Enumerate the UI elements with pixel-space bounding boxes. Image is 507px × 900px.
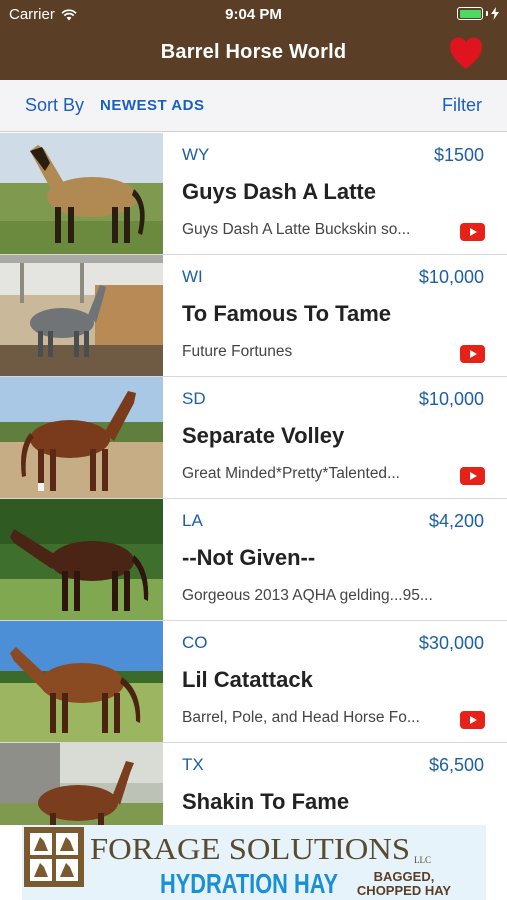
- status-bar: Carrier 9:04 PM: [0, 0, 507, 28]
- listing-title: Shakin To Fame: [182, 789, 350, 814]
- listing-price: $10,000: [418, 267, 484, 287]
- listing-state: SD: [182, 389, 206, 408]
- listing-row[interactable]: TX $6,500 Shakin To Fame: [0, 743, 507, 825]
- filter-button[interactable]: Filter: [442, 95, 482, 116]
- listing-title: Guys Dash A Latte: [182, 179, 376, 204]
- listing-state: WY: [182, 145, 210, 164]
- listing-price: $10,000: [418, 389, 484, 409]
- ad-banner[interactable]: FORAGE SOLUTIONS LLC HYDRATION HAY BAGGE…: [22, 825, 486, 900]
- app-title: Barrel Horse World: [160, 41, 347, 63]
- banner-tagline-1: BAGGED,: [374, 869, 435, 884]
- horse-photo: [0, 743, 163, 825]
- listing-state: TX: [182, 755, 204, 774]
- sort-by-button[interactable]: Sort By: [25, 95, 84, 116]
- listing-list[interactable]: WY $1500 Guys Dash A Latte Guys Dash A L…: [0, 133, 507, 825]
- listing-price: $6,500: [428, 755, 484, 775]
- charging-bolt-icon: [491, 7, 499, 20]
- sort-value[interactable]: NEWEST ADS: [100, 97, 204, 114]
- listing-description: Great Minded*Pretty*Talented...: [182, 465, 400, 482]
- clock: 9:04 PM: [225, 6, 282, 23]
- youtube-video-icon[interactable]: [460, 223, 485, 241]
- youtube-video-icon[interactable]: [460, 345, 485, 363]
- sort-filter-bar: Sort By NEWEST ADS Filter: [0, 80, 507, 132]
- listing-state: LA: [182, 511, 203, 530]
- banner-tagline-2: CHOPPED HAY: [357, 883, 451, 898]
- listing-title: To Famous To Tame: [182, 301, 392, 326]
- forage-solutions-logo: [24, 827, 84, 887]
- horse-photo: [0, 621, 163, 742]
- listing-row[interactable]: SD $10,000 Separate Volley Great Minded*…: [0, 377, 507, 499]
- listing-state: WI: [182, 267, 203, 286]
- listing-price: $1500: [433, 145, 484, 165]
- horse-photo: [0, 377, 163, 498]
- listing-description: Barrel, Pole, and Head Horse Fo...: [182, 709, 420, 726]
- navigation-bar: Carrier 9:04 PM Barrel Horse World: [0, 0, 507, 80]
- listing-title: Lil Catattack: [182, 667, 313, 692]
- listing-price: $4,200: [428, 511, 484, 531]
- listing-row[interactable]: CO $30,000 Lil Catattack Barrel, Pole, a…: [0, 621, 507, 743]
- listing-row[interactable]: LA $4,200 --Not Given-- Gorgeous 2013 AQ…: [0, 499, 507, 621]
- banner-brand: FORAGE SOLUTIONS: [90, 831, 410, 866]
- listing-title: --Not Given--: [182, 545, 316, 570]
- horse-photo: [0, 133, 163, 254]
- listing-price: $30,000: [418, 633, 484, 653]
- listing-row[interactable]: WI $10,000 To Famous To Tame Future Fort…: [0, 255, 507, 377]
- youtube-video-icon[interactable]: [460, 467, 485, 485]
- banner-brand-suffix: LLC: [414, 855, 431, 865]
- listing-description: Future Fortunes: [182, 343, 293, 360]
- horse-photo: [0, 255, 163, 376]
- horse-photo: [0, 499, 163, 620]
- listing-row[interactable]: WY $1500 Guys Dash A Latte Guys Dash A L…: [0, 133, 507, 255]
- listing-title: Separate Volley: [182, 423, 345, 448]
- listing-state: CO: [182, 633, 208, 652]
- banner-product: HYDRATION HAY: [160, 868, 338, 899]
- listing-description: Guys Dash A Latte Buckskin so...: [182, 221, 411, 238]
- listing-description: Gorgeous 2013 AQHA gelding...95...: [182, 587, 433, 604]
- battery-icon: [457, 7, 499, 20]
- youtube-video-icon[interactable]: [460, 711, 485, 729]
- favorites-heart-icon[interactable]: [448, 36, 484, 70]
